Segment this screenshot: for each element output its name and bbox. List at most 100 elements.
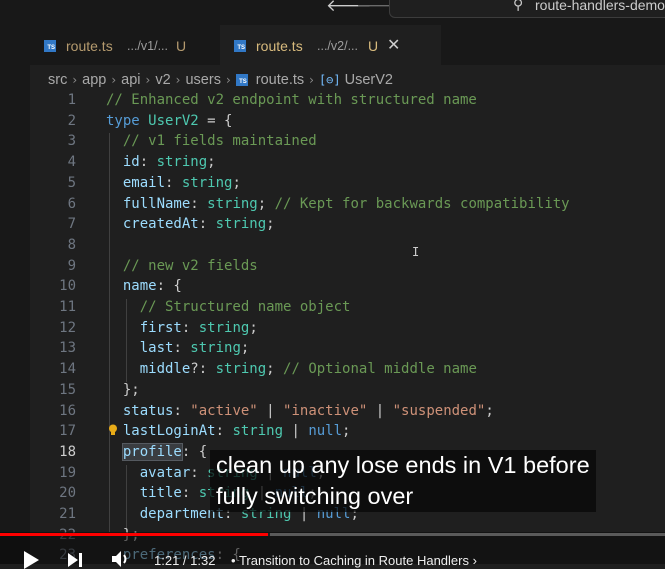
lightbulb-icon[interactable] <box>108 424 118 436</box>
code-text[interactable]: profile: { <box>106 442 207 461</box>
tab-untracked-badge: U <box>176 38 187 54</box>
chapter-title[interactable]: • Transition to Caching in Route Handler… <box>231 553 477 568</box>
tab-untracked-badge: U <box>368 38 379 54</box>
code-line[interactable]: 1 // Enhanced v2 endpoint with structured… <box>30 92 665 113</box>
code-text[interactable]: status: "active" | "inactive" | "suspend… <box>106 403 494 419</box>
line-number: 20 <box>59 485 76 502</box>
code-text[interactable]: // Enhanced v2 endpoint with structured … <box>106 92 477 108</box>
chevron-right-icon: › <box>72 73 78 87</box>
code-text[interactable]: id: string; <box>106 154 216 170</box>
tab-file-path: .../v2/... <box>317 39 358 53</box>
breadcrumb-file[interactable]: route.ts <box>256 72 304 88</box>
typescript-file-icon: TS <box>44 40 56 52</box>
code-line[interactable]: 8 <box>30 237 665 258</box>
text-cursor-icon: I <box>412 245 420 259</box>
breadcrumb-v2[interactable]: v2 <box>155 72 170 88</box>
code-text[interactable]: first: string; <box>106 320 258 336</box>
line-number: 5 <box>67 174 76 191</box>
video-caption: clean up any lose ends in V1 before full… <box>210 450 596 512</box>
caption-line-1: clean up any lose ends in V1 before <box>216 452 590 478</box>
line-number: 19 <box>59 464 76 481</box>
line-number: 21 <box>59 506 76 522</box>
chevron-right-icon: › <box>145 73 151 87</box>
code-text[interactable]: // Structured name object <box>106 299 351 315</box>
tab-file-name: route.ts <box>256 38 303 54</box>
chevron-right-icon: › <box>175 73 181 87</box>
activity-bar <box>0 0 30 564</box>
breadcrumb-app[interactable]: app <box>82 72 106 88</box>
code-text[interactable]: email: string; <box>106 175 241 191</box>
chapter-separator: • <box>231 553 236 568</box>
code-text[interactable]: }; <box>106 382 140 398</box>
breadcrumb-src[interactable]: src <box>48 72 67 88</box>
code-line[interactable]: 3 // v1 fields maintained <box>30 133 665 154</box>
code-line[interactable]: 12 first: string; <box>30 320 665 341</box>
breadcrumb: src › app › api › v2 › users › TS route.… <box>48 70 393 90</box>
chevron-right-icon: › <box>111 73 117 87</box>
breadcrumb-symbol[interactable]: UserV2 <box>345 72 393 88</box>
code-line[interactable]: 17 lastLoginAt: string | null; <box>30 423 665 444</box>
search-icon: ⚲ <box>513 0 524 13</box>
play-icon[interactable] <box>24 551 39 569</box>
line-number: 6 <box>67 195 76 212</box>
line-number: 14 <box>59 361 76 378</box>
line-number: 9 <box>67 257 76 274</box>
code-line[interactable]: 6 fullName: string; // Kept for backward… <box>30 196 665 217</box>
line-number: 10 <box>59 278 76 295</box>
line-number: 15 <box>59 381 76 398</box>
line-number: 2 <box>67 112 76 129</box>
typescript-file-icon: TS <box>234 40 246 52</box>
code-text[interactable]: name: { <box>106 278 182 294</box>
code-line[interactable]: 13 last: string; <box>30 340 665 361</box>
tab-file-path: .../v1/... <box>127 39 168 53</box>
code-line[interactable]: 7 createdAt: string; <box>30 216 665 237</box>
line-number: 16 <box>59 402 76 419</box>
chevron-right-icon: › <box>309 73 314 87</box>
tab-file-name: route.ts <box>66 38 113 54</box>
code-text[interactable]: // v1 fields maintained <box>106 133 317 149</box>
code-text[interactable]: createdAt: string; <box>106 216 275 232</box>
close-icon[interactable]: ✕ <box>387 35 400 54</box>
code-line[interactable]: 4 id: string; <box>30 154 665 175</box>
tab-route-v1[interactable]: TS route.ts .../v1/... U <box>30 25 216 65</box>
code-line[interactable]: 10 name: { <box>30 278 665 299</box>
code-line[interactable]: 11 // Structured name object <box>30 299 665 320</box>
chevron-right-icon: › <box>472 553 477 568</box>
chapter-marker <box>268 533 270 536</box>
line-number: 18 <box>59 443 76 460</box>
code-line[interactable]: 15 }; <box>30 382 665 403</box>
typescript-file-icon: TS <box>235 74 248 86</box>
line-number: 3 <box>67 133 76 150</box>
code-text[interactable]: // new v2 fields <box>106 258 258 274</box>
time-display: 1:21 / 1:32 <box>154 553 216 568</box>
line-number: 13 <box>59 340 76 357</box>
code-line[interactable]: 14 middle?: string; // Optional middle n… <box>30 361 665 382</box>
command-center-label: route-handlers-demo <box>535 0 665 13</box>
line-number: 17 <box>59 423 76 440</box>
breadcrumb-users[interactable]: users <box>185 72 220 88</box>
code-line[interactable]: 9 // new v2 fields <box>30 258 665 279</box>
line-number: 8 <box>67 236 76 253</box>
caption-line-2: fully switching over <box>216 483 414 509</box>
symbol-interface-icon: [⊖] <box>318 73 341 87</box>
code-text[interactable]: type UserV2 = { <box>106 113 232 129</box>
code-text[interactable]: fullName: string; // Kept for backwards … <box>106 196 570 212</box>
tab-bar: TS route.ts .../v1/... U TS route.ts ...… <box>30 25 665 65</box>
next-icon[interactable] <box>68 551 82 569</box>
chapter-label: Transition to Caching in Route Handlers <box>238 553 469 568</box>
code-line[interactable]: 16 status: "active" | "inactive" | "susp… <box>30 403 665 424</box>
code-text[interactable]: lastLoginAt: string | null; <box>106 423 351 439</box>
code-text[interactable]: middle?: string; // Optional middle name <box>106 361 477 377</box>
tab-route-v2[interactable]: TS route.ts .../v2/... U ✕ <box>220 25 441 65</box>
code-text[interactable]: last: string; <box>106 340 250 356</box>
progress-fill <box>0 533 270 536</box>
code-line[interactable]: 5 email: string; <box>30 175 665 196</box>
line-number: 7 <box>67 216 76 233</box>
line-number: 11 <box>59 299 76 315</box>
line-number: 1 <box>67 92 76 108</box>
breadcrumb-api[interactable]: api <box>121 72 140 88</box>
volume-icon[interactable] <box>112 550 132 568</box>
line-number: 4 <box>67 154 76 171</box>
code-line[interactable]: 2 type UserV2 = { <box>30 113 665 134</box>
line-number: 12 <box>59 319 76 336</box>
